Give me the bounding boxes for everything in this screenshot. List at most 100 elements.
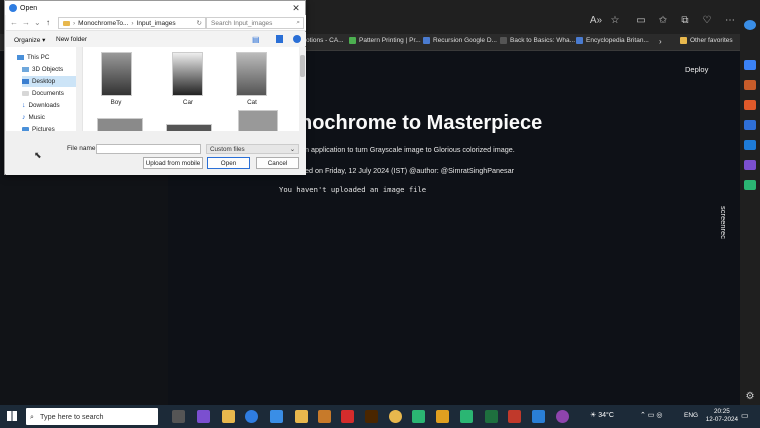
file-name-input[interactable] (96, 144, 201, 154)
image-thumbnail[interactable] (236, 52, 267, 96)
favorite-link[interactable]: Recursion Google D... (423, 37, 497, 44)
language-indicator[interactable]: ENG (684, 412, 698, 419)
app-icon[interactable] (508, 410, 521, 423)
chrome-icon[interactable] (389, 410, 402, 423)
path-breadcrumb[interactable]: › MonochromeTo... › Input_images ↻ (58, 17, 206, 29)
task-view-icon[interactable] (172, 410, 185, 423)
outlook-icon[interactable] (744, 140, 756, 150)
copilot-icon[interactable] (744, 20, 756, 30)
settings-gear-icon[interactable]: ⚙ (742, 388, 758, 404)
file-explorer-icon[interactable] (295, 410, 308, 423)
address-bar: ← → ⌄ ↑ › MonochromeTo... › Input_images… (6, 15, 306, 31)
site-icon (576, 37, 583, 44)
file-name[interactable]: Boy (96, 99, 136, 106)
chevron-right-icon[interactable]: › (659, 37, 662, 46)
weather-widget[interactable]: ☀ 34°C (590, 411, 614, 419)
file-name[interactable]: Car (168, 99, 208, 106)
up-arrow-icon[interactable]: ↑ (46, 18, 50, 27)
help-icon[interactable] (293, 35, 301, 43)
search-input[interactable]: Search Input_images ⌕ (206, 17, 304, 29)
file-name[interactable]: Cat (232, 99, 272, 106)
other-favorites[interactable]: Other favorites (680, 37, 733, 44)
more-icon[interactable]: ⋯ (722, 12, 738, 28)
chevron-down-icon[interactable]: ⌄ (34, 18, 41, 27)
docs-icon (423, 37, 430, 44)
favorite-star-icon[interactable]: ☆ (607, 12, 623, 28)
cube-icon (22, 67, 29, 72)
app-icon[interactable] (436, 410, 449, 423)
folder-icon (680, 37, 687, 44)
image-thumbnail[interactable] (101, 52, 132, 96)
notification-icon[interactable]: ▭ (741, 411, 749, 420)
image-thumbnail[interactable] (172, 52, 203, 96)
office-icon[interactable] (744, 100, 756, 110)
drop-icon[interactable] (744, 180, 756, 190)
favorites-icon[interactable]: ✩ (655, 12, 671, 28)
search-placeholder: Search Input_images (211, 19, 273, 27)
documents-icon (22, 91, 29, 96)
open-button[interactable]: Open (207, 157, 250, 169)
new-folder-button[interactable]: New folder (56, 36, 87, 43)
toolbox-icon[interactable] (744, 80, 756, 90)
dialog-titlebar: Open ✕ (5, 1, 305, 15)
breadcrumb-item[interactable]: Input_images (137, 20, 176, 27)
favorite-link[interactable]: Pattern Printing | Pr... (349, 37, 421, 44)
file-name-label: File name: (67, 145, 98, 152)
favorite-link[interactable]: otions - CA... (306, 37, 344, 44)
tray-icons[interactable]: ⌃ ▭ ◎ (640, 411, 662, 419)
file-type-select[interactable]: Custom files ⌄ (206, 144, 299, 154)
app-icon[interactable] (318, 410, 331, 423)
chevron-right-icon: › (73, 19, 76, 27)
chevron-down-icon: ⌄ (289, 145, 295, 153)
open-file-dialog: Open ✕ ← → ⌄ ↑ › MonochromeTo... › Input… (4, 0, 306, 175)
music-icon: ♪ (22, 114, 26, 121)
app-icon[interactable] (412, 410, 425, 423)
skype-icon[interactable] (744, 120, 756, 130)
github-icon[interactable] (556, 410, 569, 423)
edge-icon[interactable] (245, 410, 258, 423)
netflix-icon[interactable] (341, 410, 354, 423)
terminal-icon[interactable] (485, 410, 498, 423)
dialog-footer: File name: Custom files ⌄ Upload from mob… (6, 131, 306, 175)
collections-icon[interactable]: ⧉ (677, 12, 693, 28)
file-scrollbar[interactable] (299, 47, 306, 131)
organize-button[interactable]: Organize ▾ (14, 36, 45, 44)
preview-pane-icon[interactable] (276, 35, 283, 43)
split-screen-icon[interactable]: ▭ (633, 12, 649, 28)
nav-item-desktop[interactable]: Desktop (22, 76, 78, 87)
extensions-icon[interactable]: ♡ (699, 12, 715, 28)
favorite-link[interactable]: Back to Basics: Wha... (500, 37, 575, 44)
illustrator-icon[interactable] (365, 410, 378, 423)
vscode-icon[interactable] (532, 410, 545, 423)
mouse-cursor-icon: ⬉ (34, 150, 42, 160)
read-aloud-icon[interactable]: A» (588, 12, 604, 28)
app-icon[interactable] (460, 410, 473, 423)
favorite-link[interactable]: Encyclopedia Britan... (576, 37, 649, 44)
image-thumbnail[interactable] (97, 118, 143, 131)
games-icon[interactable] (744, 160, 756, 170)
dialog-title: Open (20, 4, 38, 12)
back-arrow-icon[interactable]: ← (10, 18, 18, 27)
app-icon[interactable] (197, 410, 210, 423)
view-options-icon[interactable]: ▤ (252, 35, 260, 44)
refresh-icon[interactable]: ↻ (197, 19, 202, 27)
tag-icon[interactable] (744, 60, 756, 70)
outlook-icon[interactable] (270, 410, 283, 423)
image-thumbnail[interactable] (238, 110, 278, 131)
cancel-button[interactable]: Cancel (256, 157, 299, 169)
app-icon[interactable] (222, 410, 235, 423)
taskbar-search[interactable]: ⌕ Type here to search (26, 408, 158, 425)
windows-start-icon[interactable] (7, 411, 17, 421)
deploy-button[interactable]: Deploy (685, 65, 708, 74)
upload-from-mobile-button[interactable]: Upload from mobile (143, 157, 203, 169)
image-thumbnail[interactable] (166, 124, 212, 131)
app-description: n application to turn Grayscale image to… (305, 145, 515, 154)
scrollbar-thumb[interactable] (300, 55, 305, 77)
clock[interactable]: 20:25 12-07-2024 (706, 408, 738, 424)
close-icon[interactable]: ✕ (287, 1, 305, 15)
nav-scrollbar[interactable] (76, 47, 82, 131)
forward-arrow-icon[interactable]: → (22, 18, 30, 27)
pc-icon (17, 55, 24, 60)
breadcrumb-item[interactable]: MonochromeTo... (78, 20, 128, 27)
taskbar: ⌕ Type here to search ☀ 34°C ⌃ ▭ ◎ ENG 20… (0, 405, 760, 428)
